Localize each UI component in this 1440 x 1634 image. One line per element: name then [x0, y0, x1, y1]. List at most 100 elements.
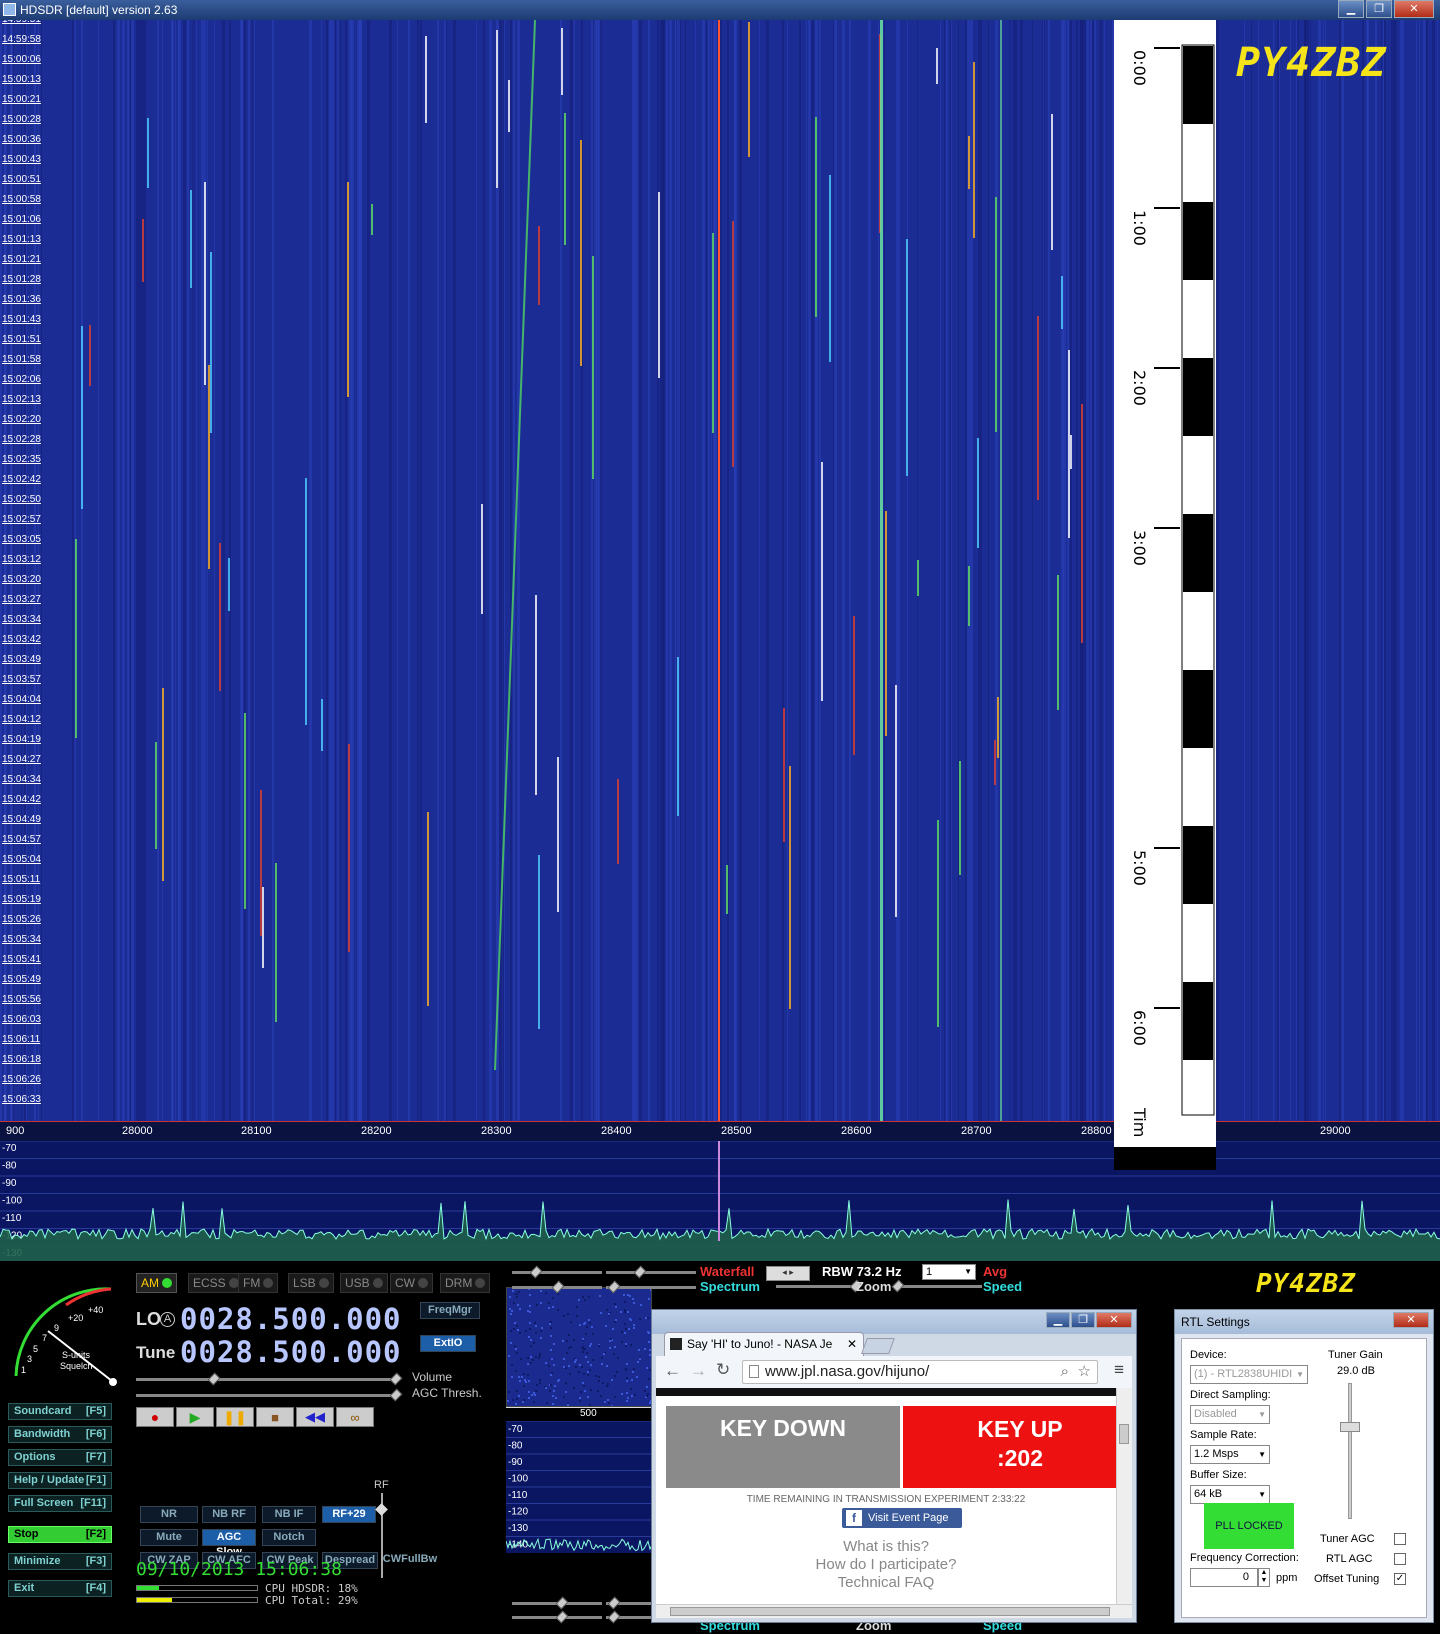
browser-close-button[interactable]: ✕ [1096, 1312, 1132, 1328]
horizontal-scrollbar-thumb[interactable] [670, 1607, 1110, 1616]
play-button[interactable]: ▶ [176, 1407, 214, 1427]
rf-gain-button[interactable]: RF+29 [322, 1506, 376, 1523]
waterfall-slider-2-handle[interactable] [633, 1265, 647, 1279]
vertical-scrollbar[interactable] [1116, 1388, 1132, 1604]
mode-lsb-button[interactable]: LSB [288, 1273, 334, 1293]
mute-button[interactable]: Mute [140, 1529, 198, 1546]
direct-sampling-select[interactable]: Disabled ▼ [1190, 1405, 1270, 1424]
lo-frequency-display[interactable]: 0028.500.000 [180, 1302, 402, 1336]
visit-event-page-button[interactable]: f Visit Event Page [842, 1508, 962, 1528]
bottom-slider-3[interactable] [512, 1610, 602, 1624]
mode-usb-button[interactable]: USB [340, 1273, 388, 1293]
bandwidth-button[interactable]: Bandwidth [F6] [8, 1426, 112, 1443]
mode-cw-button[interactable]: CW [390, 1273, 433, 1293]
options-button[interactable]: Options [F7] [8, 1449, 112, 1466]
rewind-button[interactable]: ◀◀ [296, 1407, 334, 1427]
tuner-agc-checkbox[interactable] [1394, 1533, 1406, 1545]
freqmgr-button[interactable]: FreqMgr [420, 1302, 480, 1319]
waterfall-slider-1[interactable] [512, 1265, 602, 1279]
help-update-button[interactable]: Help / Update [F1] [8, 1472, 112, 1489]
device-select[interactable]: (1) - RTL2838UHIDI ▼ [1190, 1365, 1308, 1384]
rtl-agc-checkbox[interactable] [1394, 1553, 1406, 1565]
browser-restore-button[interactable]: ❐ [1071, 1312, 1095, 1328]
browser-tab[interactable]: Say 'HI' to Juno! - NASA Je ✕ [664, 1332, 864, 1356]
time-label: 15:04:42 [2, 794, 41, 805]
rewind-icon: ◀◀ [305, 1409, 325, 1424]
record-button[interactable]: ● [136, 1407, 174, 1427]
notch-button[interactable]: Notch [262, 1529, 316, 1546]
address-bar[interactable]: www.jpl.nasa.gov/hijuno/ ⌕ ☆ [742, 1360, 1098, 1384]
loop-button[interactable]: ∞ [336, 1407, 374, 1427]
stop-button[interactable]: Stop [F2] [8, 1526, 112, 1543]
soundcard-button[interactable]: Soundcard [F5] [8, 1403, 112, 1420]
menu-icon[interactable]: ≡ [1114, 1360, 1124, 1380]
tab-close-icon[interactable]: ✕ [847, 1333, 857, 1355]
how-participate-link[interactable]: How do I participate? [656, 1556, 1116, 1573]
frequency-correction-input[interactable]: 0 [1190, 1568, 1258, 1587]
vertical-scrollbar-thumb[interactable] [1119, 1424, 1129, 1444]
mini-waterfall[interactable] [506, 1287, 652, 1407]
spectrum-level-slider[interactable] [776, 1279, 863, 1293]
bottom-slider-3-handle[interactable] [555, 1610, 569, 1624]
pause-button[interactable]: ❚❚ [216, 1407, 254, 1427]
mode-am-button[interactable]: AM [136, 1273, 177, 1293]
star-icon[interactable]: ☆ [1078, 1361, 1091, 1383]
agc-thresh-slider-handle[interactable] [389, 1388, 403, 1402]
agc-button[interactable]: AGC Slow [202, 1529, 256, 1558]
technical-faq-link[interactable]: Technical FAQ [656, 1574, 1116, 1591]
zoom-slider-handle[interactable] [891, 1279, 905, 1293]
cw-full-bw-button[interactable]: CWFullBw [382, 1552, 438, 1569]
full-screen-button[interactable]: Full Screen [F11] [8, 1495, 112, 1512]
minimize-button[interactable]: ▁ [1338, 0, 1364, 18]
extio-button[interactable]: ExtIO [420, 1335, 476, 1352]
back-icon[interactable]: ← [664, 1361, 681, 1381]
stop-record-button[interactable]: ■ [256, 1407, 294, 1427]
browser-minimize-button[interactable]: ▁ [1046, 1312, 1070, 1328]
waterfall-scroll-buttons[interactable]: ◂ ▸ [766, 1266, 810, 1281]
restore-button[interactable]: ❐ [1366, 0, 1392, 18]
rf-slider-handle[interactable] [375, 1503, 388, 1516]
rtl-close-button[interactable]: ✕ [1393, 1312, 1429, 1328]
agc-thresh-slider[interactable] [136, 1388, 403, 1402]
bottom-slider-1-handle[interactable] [555, 1596, 569, 1610]
search-icon[interactable]: ⌕ [1061, 1361, 1069, 1383]
nb-if-button[interactable]: NB IF [262, 1506, 316, 1523]
lo-badge[interactable]: A [160, 1312, 175, 1327]
tuner-gain-slider[interactable] [1340, 1383, 1360, 1519]
horizontal-scrollbar[interactable] [656, 1604, 1132, 1618]
mode-ecss-button[interactable]: ECSS [188, 1273, 244, 1293]
sample-rate-select[interactable]: 1.2 Msps ▼ [1190, 1445, 1270, 1464]
waterfall-display[interactable] [0, 20, 1440, 1122]
waterfall-slider-2[interactable] [606, 1265, 696, 1279]
spectrum-slider-2[interactable] [606, 1280, 696, 1294]
tune-frequency-display[interactable]: 0028.500.000 [180, 1335, 402, 1369]
bottom-slider-4-handle[interactable] [607, 1610, 621, 1624]
exit-button[interactable]: Exit [F4] [8, 1580, 112, 1597]
forward-icon[interactable]: → [690, 1361, 707, 1381]
waterfall-slider-1-handle[interactable] [529, 1265, 543, 1279]
rf-slider[interactable] [375, 1493, 388, 1578]
mini-spectrum[interactable]: -70 -80 -90 -100 -110 -120 -130 -140 [506, 1421, 652, 1553]
mode-drm-button[interactable]: DRM [440, 1273, 491, 1293]
tuner-gain-slider-handle[interactable] [1340, 1422, 1360, 1432]
spectrum-display[interactable]: -70-80-90-100-110-120-130-140 [0, 1140, 1440, 1277]
browser-window: ▁ ❐ ✕ Say 'HI' to Juno! - NASA Je ✕ ← → … [651, 1309, 1137, 1623]
minimize-button[interactable]: Minimize [F3] [8, 1553, 112, 1570]
bottom-slider-1[interactable] [512, 1596, 602, 1610]
volume-slider-handle[interactable] [207, 1372, 221, 1386]
nr-button[interactable]: NR [140, 1506, 198, 1523]
avg-select[interactable]: 1 ▼ [922, 1264, 976, 1280]
close-button[interactable]: ✕ [1394, 0, 1434, 18]
what-is-this-link[interactable]: What is this? [656, 1538, 1116, 1555]
new-tab-button[interactable] [861, 1338, 895, 1354]
buffer-size-select[interactable]: 64 kB ▼ [1190, 1485, 1270, 1504]
offset-tuning-checkbox[interactable]: ✓ [1394, 1573, 1406, 1585]
reload-icon[interactable]: ↻ [716, 1360, 730, 1380]
frequency-correction-spinner[interactable]: ▲ ▼ [1258, 1568, 1270, 1587]
mode-fm-button[interactable]: FM [238, 1273, 279, 1293]
bottom-slider-2-handle[interactable] [607, 1596, 621, 1610]
zoom-slider[interactable] [891, 1279, 982, 1293]
volume-slider[interactable] [136, 1372, 403, 1386]
nb-rf-button[interactable]: NB RF [202, 1506, 256, 1523]
spectrum-slider-1[interactable] [512, 1280, 602, 1294]
